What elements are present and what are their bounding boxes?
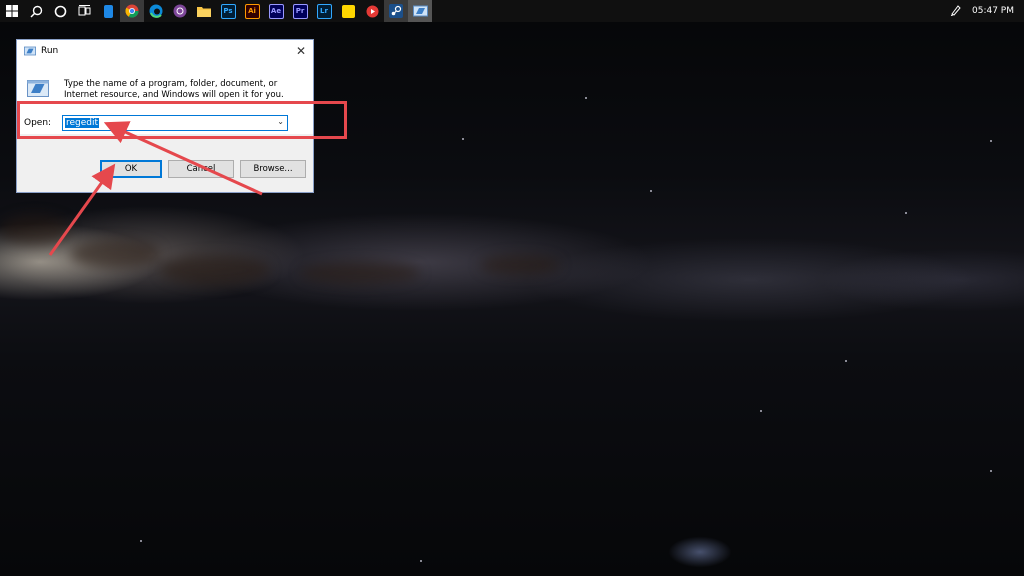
nebula-dust (0, 215, 70, 245)
windows-start-icon[interactable] (0, 0, 24, 22)
taskbar-clock[interactable]: 05:47 PM (966, 6, 1024, 16)
run-description: Type the name of a program, folder, docu… (64, 79, 284, 100)
close-icon[interactable]: ✕ (296, 44, 306, 58)
task-view-icon[interactable] (72, 0, 96, 22)
run-icon[interactable] (408, 0, 432, 22)
ok-button[interactable]: OK (100, 160, 162, 178)
nebula-dust (160, 255, 270, 285)
premiere-icon[interactable]: Pr (288, 0, 312, 22)
taskbar: Ps Ai Ae Pr Lr 05:47 PM (0, 0, 1024, 22)
file-explorer-icon[interactable] (192, 0, 216, 22)
file-icon[interactable] (96, 0, 120, 22)
run-program-icon (27, 80, 49, 97)
sticky-notes-icon[interactable] (336, 0, 360, 22)
run-app-icon (24, 46, 36, 56)
edge-icon[interactable] (144, 0, 168, 22)
system-tray: 05:47 PM (946, 0, 1024, 22)
steam-icon[interactable] (384, 0, 408, 22)
youtube-icon[interactable] (360, 0, 384, 22)
after-effects-icon[interactable]: Ae (264, 0, 288, 22)
cortana-icon[interactable] (48, 0, 72, 22)
pen-icon[interactable] (946, 4, 966, 19)
nebula-dust (70, 240, 160, 268)
browse-button[interactable]: Browse... (240, 160, 306, 178)
photoshop-icon[interactable]: Ps (216, 0, 240, 22)
nebula-dust (480, 255, 560, 275)
chrome-icon[interactable] (120, 0, 144, 22)
cancel-button[interactable]: Cancel (168, 160, 234, 178)
run-title-bar[interactable]: Run ✕ (17, 40, 313, 62)
run-title: Run (41, 46, 59, 56)
tor-browser-icon[interactable] (168, 0, 192, 22)
run-buttons: OK Cancel Browse... (16, 160, 314, 180)
nebula-dust (300, 262, 420, 284)
annotation-highlight-box (17, 101, 347, 139)
lightroom-icon[interactable]: Lr (312, 0, 336, 22)
search-icon[interactable] (24, 0, 48, 22)
illustrator-icon[interactable]: Ai (240, 0, 264, 22)
